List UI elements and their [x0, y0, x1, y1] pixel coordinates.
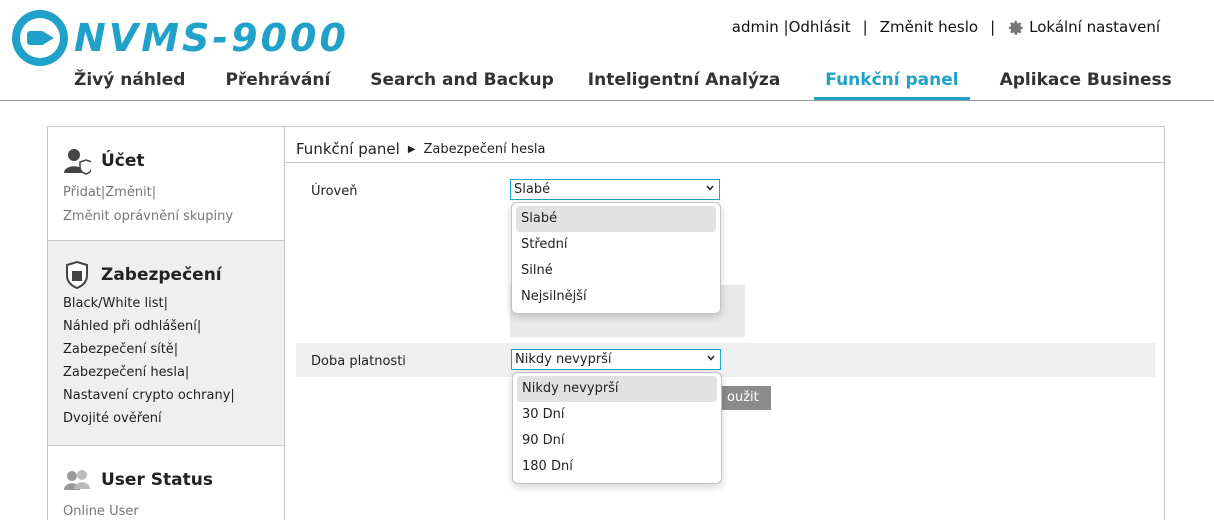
sidebar: Účet Přidat|Změnit| Změnit oprávnění sku…: [47, 126, 285, 520]
logout-link[interactable]: Odhlásit: [789, 18, 851, 36]
top-links: admin |Odhlásit | Změnit heslo | Lokální…: [732, 18, 1160, 37]
tab-search-backup[interactable]: Search and Backup: [370, 62, 587, 100]
validity-select[interactable]: Nikdy nevyprší: [511, 349, 721, 370]
sidebar-item-group-permissions[interactable]: Změnit oprávnění skupiny: [63, 205, 284, 229]
validity-option[interactable]: Nikdy nevyprší: [517, 376, 717, 402]
sidebar-item-two-factor[interactable]: Dvojité ověření: [63, 407, 284, 430]
local-settings-label: Lokální nastavení: [1029, 18, 1160, 36]
sidebar-title-account: Účet: [101, 151, 145, 171]
validity-label: Doba platnosti: [311, 354, 406, 369]
shield-icon: [66, 261, 88, 289]
chevron-down-icon: [707, 355, 715, 361]
tab-intelligent-analysis[interactable]: Inteligentní Analýza: [588, 62, 815, 100]
breadcrumb-current: Zabezpečení hesla: [423, 141, 546, 157]
sidebar-section-user-status: User Status Online User: [48, 446, 284, 520]
sidebar-item-logout-preview[interactable]: Náhled při odhlášení|: [63, 315, 284, 338]
sidebar-title-security: Zabezpečení: [101, 265, 222, 285]
user-link[interactable]: admin: [732, 18, 779, 36]
breadcrumb-root[interactable]: Funkční panel: [296, 140, 400, 158]
breadcrumb-arrow-icon: ▶: [407, 143, 416, 155]
sidebar-item-crypto-settings[interactable]: Nastavení crypto ochrany|: [63, 384, 284, 407]
validity-row-bg: [296, 343, 1155, 377]
validity-option[interactable]: 90 Dní: [517, 428, 717, 454]
section-title: Zabezpečení: [63, 261, 284, 289]
validity-select-value: Nikdy nevyprší: [515, 352, 612, 367]
level-option[interactable]: Nejsilnější: [516, 284, 716, 310]
sidebar-item-password-security[interactable]: Zabezpečení hesla|: [63, 361, 284, 384]
validity-option[interactable]: 180 Dní: [517, 454, 717, 480]
change-password-link[interactable]: Změnit heslo: [880, 18, 978, 36]
user-shield-icon: [64, 149, 91, 175]
chevron-down-icon: [706, 185, 714, 191]
users-icon: [64, 470, 90, 490]
apply-button-label: oužit: [727, 390, 759, 405]
breadcrumb: Funkční panel ▶ Zabezpečení hesla: [285, 127, 1164, 163]
validity-dropdown: Nikdy nevyprší 30 Dní 90 Dní 180 Dní: [512, 372, 722, 484]
section-title: Účet: [63, 147, 284, 175]
separator: |: [862, 18, 868, 37]
level-dropdown: Slabé Střední Silné Nejsilnější: [511, 202, 721, 314]
tab-business-apps[interactable]: Aplikace Business: [1000, 62, 1188, 100]
level-option[interactable]: Slabé: [516, 206, 716, 232]
level-select[interactable]: Slabé: [510, 179, 720, 200]
main-nav: Živý náhled Přehrávání Search and Backup…: [58, 62, 1188, 100]
camera-logo-icon: [12, 10, 68, 66]
sidebar-title-user-status: User Status: [101, 470, 213, 490]
logo: NVMS-9000: [12, 10, 349, 66]
level-option[interactable]: Silné: [516, 258, 716, 284]
sidebar-section-account: Účet Přidat|Změnit| Změnit oprávnění sku…: [48, 127, 284, 241]
content-panel: Funkční panel ▶ Zabezpečení hesla Úroveň…: [284, 126, 1165, 520]
tab-live-view[interactable]: Živý náhled: [58, 62, 225, 100]
sidebar-item-add-change[interactable]: Přidat|Změnit|: [63, 181, 284, 205]
validity-option[interactable]: 30 Dní: [517, 402, 717, 428]
logo-text: NVMS-9000: [74, 16, 349, 60]
tab-function-panel[interactable]: Funkční panel: [814, 62, 970, 100]
gear-icon: [1008, 20, 1023, 35]
level-option[interactable]: Střední: [516, 232, 716, 258]
nav-divider: [0, 100, 1214, 101]
section-title: User Status: [63, 466, 284, 494]
sidebar-item-online-user[interactable]: Online User: [63, 500, 284, 520]
level-label: Úroveň: [311, 184, 358, 199]
local-settings-link[interactable]: Lokální nastavení: [1007, 18, 1160, 37]
separator: |: [990, 18, 996, 37]
sidebar-section-security: Zabezpečení Black/White list| Náhled při…: [48, 241, 284, 446]
level-select-value: Slabé: [514, 182, 551, 197]
sidebar-item-black-white-list[interactable]: Black/White list|: [63, 292, 284, 315]
tab-playback[interactable]: Přehrávání: [225, 62, 370, 100]
sidebar-item-network-security[interactable]: Zabezpečení sítě|: [63, 338, 284, 361]
